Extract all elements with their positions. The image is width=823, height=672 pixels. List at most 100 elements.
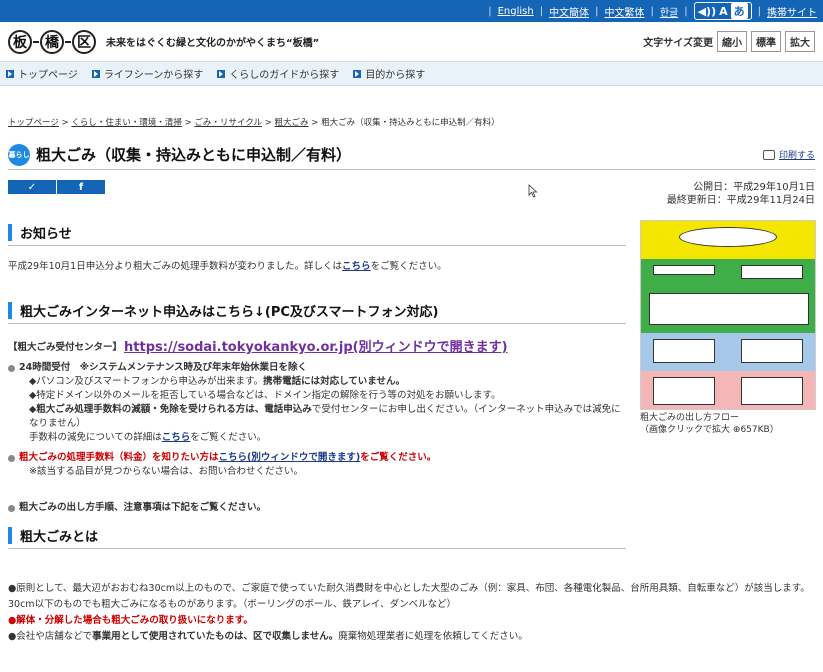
desc-t4a: ●会社や店舗などで	[8, 631, 93, 642]
flow-box	[741, 265, 803, 279]
sns-buttons: ✓ f	[8, 180, 105, 194]
bullet-icon	[8, 505, 15, 512]
separator: |	[488, 5, 492, 17]
main-content: お知らせ 平成29年10月1日申込分より粗大ごみの処理手数料が変わりました。詳し…	[8, 220, 626, 549]
desc-t3: ●解体・分解した場合も粗大ごみの取り扱いになります。	[8, 615, 253, 626]
page-title: 粗大ごみ（収集・持込みともに申込制／有料）	[36, 146, 352, 164]
font-size-normal-button[interactable]: 標準	[751, 31, 781, 52]
separator: |	[595, 5, 599, 17]
facebook-button[interactable]: f	[57, 180, 105, 194]
b1-l4b: をご覧ください。	[190, 432, 267, 443]
desc-t4c: 廃棄物処理業者に処理を依頼してください。	[338, 631, 528, 642]
link-mobile[interactable]: 携帯サイト	[767, 4, 817, 19]
gnav-top[interactable]: トップページ	[6, 66, 78, 81]
updated-date: 最終更新日：平成29年11月24日	[666, 195, 815, 206]
section-heading: 粗大ごみとは	[8, 523, 626, 549]
flow-box	[679, 227, 777, 247]
desc-t1: ●原則として、最大辺がおおむね30cm以上のもので、ご家庭で使っていた耐久消費財…	[8, 583, 810, 594]
b1-l2: ◆特定ドメイン以外のメールを拒否している場合などは、ドメイン指定の解除を行う等の…	[29, 390, 501, 401]
facebook-icon: f	[78, 181, 84, 193]
arrow-icon	[217, 69, 226, 78]
speaker-icon: ◀))	[697, 4, 717, 18]
sodai-description: ●原則として、最大辺がおおむね30cm以上のもので、ご家庭で使っていた耐久消費財…	[8, 582, 816, 643]
voice-ruby: あ	[730, 3, 748, 19]
link-chinese-traditional[interactable]: 中文繁体	[604, 4, 644, 19]
reduction-link[interactable]: こちら	[162, 432, 191, 443]
tagline: 未来をはぐくむ緑と文化のかがやくまち“板橋”	[106, 38, 320, 49]
twitter-button[interactable]: ✓	[8, 180, 56, 194]
font-size-large-button[interactable]: 拡大	[785, 31, 815, 52]
arrow-icon	[6, 69, 14, 78]
flow-box	[653, 339, 715, 363]
voice-reader-button[interactable]: ◀)) A あ	[693, 2, 752, 20]
logo-dash	[65, 40, 71, 43]
arrow-icon	[91, 69, 100, 78]
link-english[interactable]: English	[498, 6, 534, 17]
b1-l1b: 携帯電話には対応していません。	[263, 376, 406, 387]
list-item: 粗大ごみの出し方手順、注意事項は下記をご覧ください。	[8, 501, 626, 515]
gnav-guide[interactable]: くらしのガイドから探す	[217, 66, 339, 81]
gnav-label: 目的から探す	[365, 70, 426, 81]
flow-caption: 粗大ごみの出し方フロー （画像クリックで拡大 ⊕657KB）	[640, 412, 816, 436]
gnav-purpose[interactable]: 目的から探す	[353, 66, 425, 81]
breadcrumb-sep: >	[264, 118, 272, 128]
notice-text-b: をご覧ください。	[370, 261, 447, 272]
font-size-control: 文字サイズ変更 縮小 標準 拡大	[643, 31, 815, 52]
breadcrumb-link[interactable]: 粗大ごみ	[275, 118, 309, 128]
logo-dash	[33, 40, 39, 43]
b3-text: 粗大ごみの出し方手順、注意事項は下記をご覧ください。	[19, 502, 267, 513]
b2-note: ※該当する品目が見つからない場合は、お問い合わせください。	[29, 466, 303, 477]
internet-apply-link[interactable]: https://sodai.tokyokankyo.or.jp(別ウィンドウで開…	[124, 336, 508, 355]
flow-chart-image[interactable]	[640, 220, 816, 410]
global-nav: トップページ ライフシーンから探す くらしのガイドから探す 目的から探す	[0, 62, 823, 86]
breadcrumb-link[interactable]: ごみ・リサイクル	[194, 118, 262, 128]
link-chinese-simplified[interactable]: 中文簡体	[549, 4, 589, 19]
flow-caption-1: 粗大ごみの出し方フロー	[640, 413, 740, 423]
twitter-icon: ✓	[27, 181, 37, 193]
flow-box	[741, 339, 803, 363]
b2-b: をご覧ください。	[360, 452, 437, 463]
flow-box	[741, 377, 803, 405]
gnav-label: トップページ	[18, 70, 78, 81]
link-korean[interactable]: 한글	[660, 4, 678, 19]
b1-a: 24時間受付	[19, 362, 71, 373]
notice-text-a: 平成29年10月1日申込分より粗大ごみの処理手数料が変わりました。詳しくは	[8, 261, 343, 272]
list-item: 24時間受付 ※システムメンテナンス時及び年末年始休業日を除く ◆パソコン及びス…	[8, 361, 626, 445]
section-heading: 粗大ごみインターネット申込みはこちら↓(PC及びスマートフォン対応)	[8, 298, 626, 324]
gnav-lifescene[interactable]: ライフシーンから探す	[91, 66, 203, 81]
voice-a: A	[719, 4, 728, 18]
arrow-icon	[353, 69, 362, 78]
logo-char: 板	[8, 29, 32, 54]
center-label: 【粗大ごみ受付センター】	[8, 341, 123, 353]
site-logo[interactable]: 板 橋 区	[8, 29, 96, 54]
published-date: 公開日：平成29年10月1日	[693, 182, 815, 193]
flow-box	[653, 377, 715, 405]
print-button[interactable]: 印刷する	[762, 148, 815, 161]
page-title-bar: 暮らし 粗大ごみ（収集・持込みともに申込制／有料） 印刷する	[8, 140, 815, 170]
desc-t2: 30cm以下のものでも粗大ごみになるものがあります。（ボーリングのボール、鉄アレ…	[8, 599, 457, 610]
breadcrumb-sep: >	[184, 118, 192, 128]
b2-a: 粗大ごみの処理手数料（料金）を知りたい方は	[19, 452, 219, 463]
flow-box	[649, 293, 809, 325]
breadcrumb-link[interactable]: くらし・住まい・環境・清掃	[71, 118, 182, 128]
font-size-label: 文字サイズ変更	[643, 38, 713, 49]
breadcrumb-current: 粗大ごみ（収集・持込みともに申込制／有料）	[321, 118, 500, 128]
sidebar: 粗大ごみの出し方フロー （画像クリックで拡大 ⊕657KB）	[640, 220, 816, 436]
notice-link[interactable]: こちら	[342, 261, 371, 272]
separator: |	[650, 5, 654, 17]
bullet-icon	[8, 365, 15, 372]
separator: |	[539, 5, 544, 17]
page-dates: 公開日：平成29年10月1日 最終更新日：平成29年11月24日	[667, 181, 815, 207]
fee-link[interactable]: こちら(別ウィンドウで開きます)	[219, 452, 361, 463]
list-item: 粗大ごみの処理手数料（料金）を知りたい方はこちら(別ウィンドウで開きます)をご覧…	[8, 451, 626, 479]
breadcrumb-link[interactable]: トップページ	[8, 118, 59, 128]
mouse-cursor-icon	[528, 184, 538, 198]
logo-char: 区	[72, 29, 96, 54]
flow-caption-2: （画像クリックで拡大	[640, 425, 731, 435]
b1-b: ※システムメンテナンス時及び年末年始休業日を除く	[79, 362, 308, 373]
logo-char: 橋	[40, 29, 64, 54]
separator: |	[757, 5, 761, 17]
bullet-icon	[8, 455, 15, 462]
font-size-small-button[interactable]: 縮小	[717, 31, 747, 52]
notice-text: 平成29年10月1日申込分より粗大ごみの処理手数料が変わりました。詳しくはこちら…	[8, 260, 626, 274]
